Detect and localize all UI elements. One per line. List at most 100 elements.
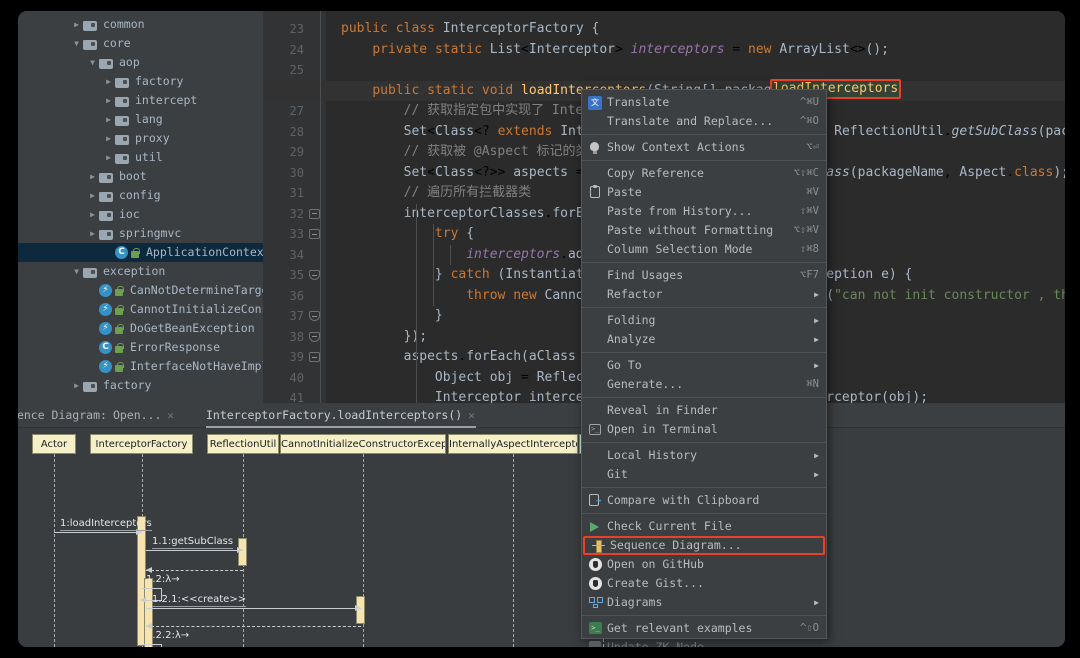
line-number: 31 <box>289 186 304 200</box>
editor-context-menu[interactable]: 文 Translate ^⌘U Translate and Replace... ^⌘O… <box>581 89 827 647</box>
tree-item[interactable]: ▶ springmvc <box>18 224 263 243</box>
tree-item[interactable]: ▶ util <box>18 148 263 167</box>
tree-item[interactable]: ▶ proxy <box>18 129 263 148</box>
chevron-down-icon[interactable]: ▼ <box>70 262 83 281</box>
menu-item[interactable]: Sequence Diagram... <box>583 536 825 555</box>
tree-item[interactable]: C ApplicationContext <box>18 243 263 262</box>
tree-item[interactable]: ▶ config <box>18 186 263 205</box>
menu-item[interactable]: Folding ▶ <box>582 311 826 330</box>
menu-item[interactable]: Column Selection Mode ⇧⌘8 <box>582 240 826 259</box>
tree-item[interactable]: ⚡ CannotInitializeCons <box>18 300 263 319</box>
chevron-down-icon[interactable]: ▼ <box>86 53 99 72</box>
tree-item[interactable]: ▼ core <box>18 34 263 53</box>
tree-item[interactable]: ▶ factory <box>18 376 263 395</box>
lifeline-header[interactable]: InterceptorFactory <box>90 434 193 454</box>
folder-icon <box>99 228 114 240</box>
menu-item[interactable]: Paste from History... ⇧⌘V <box>582 202 826 221</box>
menu-item[interactable]: Diagrams ▶ <box>582 593 826 612</box>
menu-item[interactable]: Paste without Formatting ⌥⇧⌘V <box>582 221 826 240</box>
menu-item[interactable]: >_ Get relevant examples ^⇧O <box>582 619 826 638</box>
diagram-tab-bar[interactable]: uence Diagram: Open... ✕ InterceptorFactory… <box>18 403 1065 428</box>
lifeline-header[interactable]: CannotInitializeConstructorException <box>280 434 446 454</box>
chevron-down-icon[interactable]: ▼ <box>70 34 83 53</box>
gutter-divider <box>320 11 321 403</box>
diagram-tab[interactable]: InterceptorFactory.loadInterceptors() ✕ <box>206 403 476 428</box>
tree-item-label: ErrorResponse <box>130 340 221 354</box>
menu-separator <box>582 487 826 488</box>
tree-item[interactable]: ▶ ioc <box>18 205 263 224</box>
code-fold-toggle[interactable] <box>309 204 320 225</box>
menu-item-label: Show Context Actions <box>607 140 746 154</box>
tree-item[interactable]: ▶ lang <box>18 110 263 129</box>
tree-item[interactable]: ▶ common <box>18 15 263 34</box>
code-line: } <box>434 308 443 323</box>
submenu-arrow-icon: ▶ <box>814 361 819 370</box>
lifeline-header[interactable]: InternallyAspectInterceptor <box>448 434 578 454</box>
menu-separator <box>582 442 826 443</box>
menu-item[interactable]: Find Usages ⌥F7 <box>582 266 826 285</box>
tree-item-label: core <box>103 36 131 50</box>
chevron-right-icon[interactable]: ▶ <box>86 167 99 186</box>
menu-item-label: Open in Terminal <box>607 422 718 436</box>
tree-item[interactable]: ▶ intercept <box>18 91 263 110</box>
menu-item[interactable]: Refactor ▶ <box>582 285 826 304</box>
menu-item-label: Translate and Replace... <box>607 114 774 128</box>
chevron-right-icon[interactable]: ▶ <box>70 376 83 395</box>
menu-item[interactable]: Translate and Replace... ^⌘O <box>582 112 826 131</box>
menu-item[interactable]: Open on GitHub <box>582 555 826 574</box>
tree-item[interactable]: ▶ boot <box>18 167 263 186</box>
public-lock-icon <box>114 323 125 335</box>
tree-item-label: DoGetBeanException <box>130 321 255 335</box>
menu-item[interactable]: Go To ▶ <box>582 356 826 375</box>
code-fold-toggle[interactable] <box>309 347 320 368</box>
menu-item[interactable]: Git ▶ <box>582 465 826 484</box>
diagram-tab[interactable]: uence Diagram: Open... ✕ <box>18 403 203 428</box>
menu-item[interactable]: Create Gist... <box>582 574 826 593</box>
tree-item[interactable]: C ErrorResponse <box>18 338 263 357</box>
github-icon <box>586 557 604 572</box>
github-icon-glyph <box>589 557 602 571</box>
chevron-right-icon[interactable]: ▶ <box>86 205 99 224</box>
menu-item[interactable]: Analyze ▶ <box>582 330 826 349</box>
tree-item[interactable]: ⚡ InterfaceNotHaveImpl <box>18 357 263 376</box>
lifeline-header[interactable]: Actor <box>32 434 76 454</box>
menu-item[interactable]: Paste ⌘V <box>582 183 826 202</box>
chevron-right-icon[interactable]: ▶ <box>102 91 115 110</box>
close-icon[interactable]: ✕ <box>468 403 475 428</box>
menu-item[interactable]: Compare with Clipboard <box>582 491 826 510</box>
menu-item[interactable]: Check Current File <box>582 517 826 536</box>
editor-gutter[interactable]: 23242526272829303132333435363738394041 <box>263 11 326 405</box>
tree-item[interactable]: ▼ exception <box>18 262 263 281</box>
code-fold-toggle[interactable] <box>309 224 320 245</box>
chevron-right-icon[interactable]: ▶ <box>70 15 83 34</box>
sequence-diagram-canvas[interactable]: Actor InterceptorFactory ReflectionUtil Can… <box>18 428 1065 647</box>
chevron-right-icon[interactable]: ▶ <box>102 148 115 167</box>
tree-item[interactable]: ⚡ CanNotDetermineTarge <box>18 281 263 300</box>
public-lock-icon <box>114 304 125 316</box>
tree-item[interactable]: ▶ factory <box>18 72 263 91</box>
chevron-right-icon[interactable]: ▶ <box>86 186 99 205</box>
code-fold-toggle[interactable] <box>309 327 320 348</box>
menu-item-label: Folding <box>607 313 656 327</box>
menu-item[interactable]: 文 Translate ^⌘U <box>582 93 826 112</box>
menu-item[interactable]: Reveal in Finder <box>582 401 826 420</box>
menu-item[interactable]: >_ Open in Terminal <box>582 420 826 439</box>
menu-item[interactable]: Local History ▶ <box>582 446 826 465</box>
chevron-right-icon[interactable]: ▶ <box>102 72 115 91</box>
lifeline-header[interactable]: ReflectionUtil <box>207 434 279 454</box>
github-icon-glyph <box>589 576 602 590</box>
tree-item[interactable]: ▼ aop <box>18 53 263 72</box>
chevron-right-icon[interactable]: ▶ <box>102 110 115 129</box>
code-fold-toggle[interactable] <box>309 265 320 286</box>
menu-item[interactable]: Generate... ⌘N <box>582 375 826 394</box>
tree-item-label: factory <box>103 378 152 392</box>
menu-item[interactable]: Copy Reference ⌥⇧⌘C <box>582 164 826 183</box>
close-icon[interactable]: ✕ <box>167 403 174 428</box>
chevron-right-icon[interactable]: ▶ <box>86 224 99 243</box>
menu-item[interactable]: Show Context Actions ⌥⏎ <box>582 138 826 157</box>
tree-item[interactable]: ⚡ DoGetBeanException <box>18 319 263 338</box>
code-fold-toggle[interactable] <box>309 306 320 327</box>
code-line: private static List<Interceptor> interce… <box>372 41 889 57</box>
interface-icon: ⚡ <box>99 360 112 373</box>
chevron-right-icon[interactable]: ▶ <box>102 129 115 148</box>
